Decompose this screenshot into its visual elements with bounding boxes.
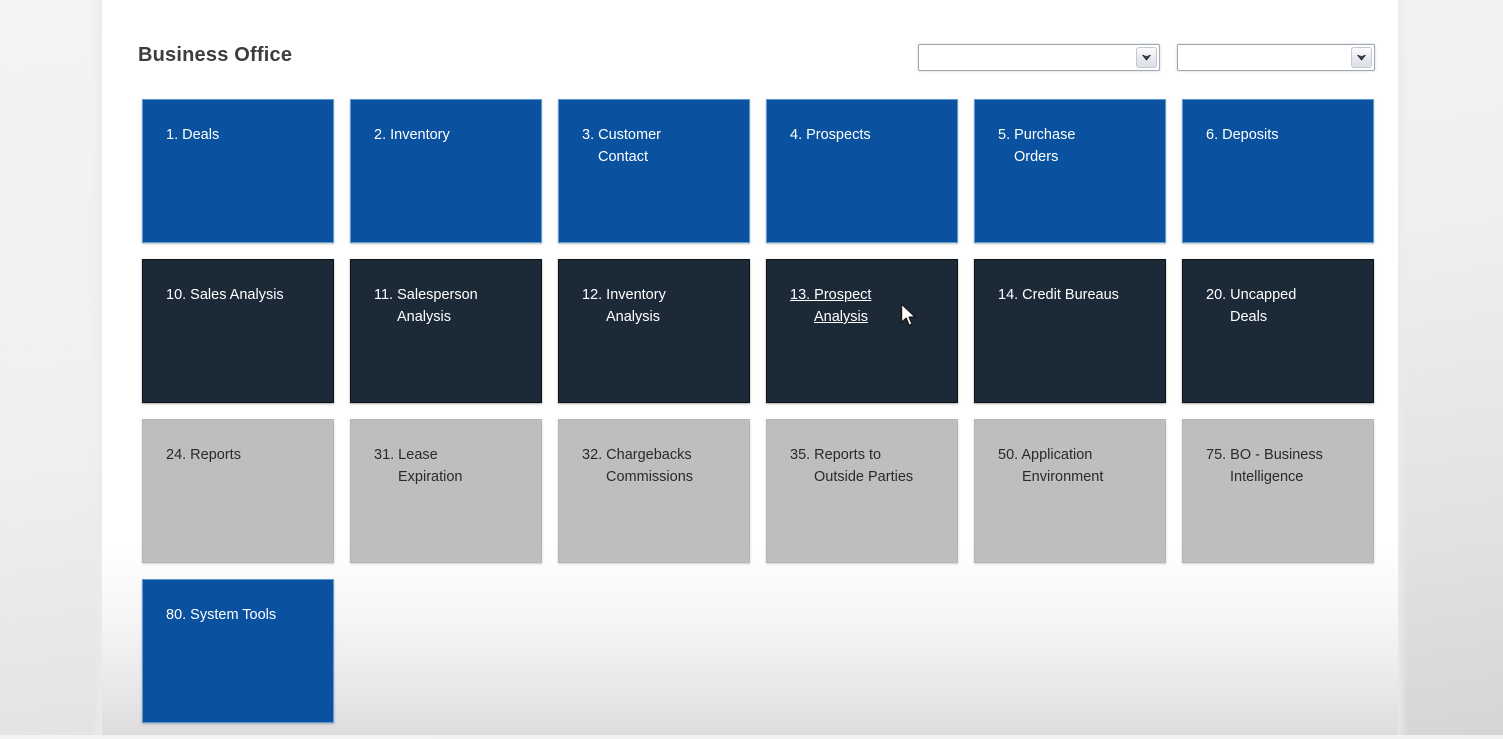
menu-tile-label-line: Outside Parties <box>814 469 914 485</box>
menu-tile-label-line: 5. Purchase <box>998 127 1076 143</box>
menu-tile-label: 13. Prospect Analysis <box>790 284 947 328</box>
menu-tile-label-line: 20. Uncapped <box>1206 287 1297 303</box>
menu-tile-label: 31. Lease Expiration <box>374 444 531 488</box>
menu-tile-label: 1. Deals <box>166 127 220 143</box>
menu-tile-label-line: Deals <box>1230 309 1268 325</box>
menu-tile-label: 4. Prospects <box>790 127 871 143</box>
menu-tile-deposits[interactable]: 6. Deposits <box>1182 99 1374 243</box>
menu-tile-deals[interactable]: 1. Deals <box>142 99 334 243</box>
menu-tile-label-line: 75. BO - Business <box>1206 447 1323 463</box>
tile-row: 80. System Tools <box>142 579 1374 723</box>
menu-tile-label-line: 35. Reports to <box>790 447 882 463</box>
chevron-down-icon[interactable] <box>1136 47 1157 68</box>
tile-row: 10. Sales Analysis 11. Salesperson Analysi… <box>142 259 1374 403</box>
menu-tile-uncapped-deals[interactable]: 20. Uncapped Deals <box>1182 259 1374 403</box>
menu-tile-prospects[interactable]: 4. Prospects <box>766 99 958 243</box>
content-panel: Business Office 1. Deals 2. Inventory 3. C… <box>92 0 1408 735</box>
menu-tile-label-line: 31. Lease <box>374 447 438 463</box>
filter-dropdown-1[interactable] <box>918 44 1160 71</box>
menu-tile-label: 12. Inventory Analysis <box>582 284 739 328</box>
menu-tile-label-line: Contact <box>598 149 648 165</box>
menu-tile-reports[interactable]: 24. Reports <box>142 419 334 563</box>
menu-tile-label: 2. Inventory <box>374 127 450 143</box>
menu-tile-label-line: Analysis <box>606 309 660 325</box>
menu-tile-label-line: 3. Customer <box>582 127 661 143</box>
menu-tile-label: 3. Customer Contact <box>582 124 739 168</box>
menu-tile-label-line: Commissions <box>606 469 694 485</box>
menu-tile-sales-analysis[interactable]: 10. Sales Analysis <box>142 259 334 403</box>
menu-tile-salesperson-analysis[interactable]: 11. Salesperson Analysis <box>350 259 542 403</box>
page-title: Business Office <box>138 44 293 66</box>
menu-tile-label: 6. Deposits <box>1206 127 1279 143</box>
filter-dropdown-2[interactable] <box>1177 44 1375 71</box>
menu-tile-label: 14. Credit Bureaus <box>998 287 1119 303</box>
menu-tile-label-line: Expiration <box>398 469 463 485</box>
menu-tile-label-line: Environment <box>1022 469 1104 485</box>
menu-tile-purchase-orders[interactable]: 5. Purchase Orders <box>974 99 1166 243</box>
tile-row: 24. Reports 31. Lease Expiration 32. Charge… <box>142 419 1374 563</box>
menu-tile-label: 24. Reports <box>166 447 241 463</box>
menu-tile-lease-expiration[interactable]: 31. Lease Expiration <box>350 419 542 563</box>
menu-tile-label-line: Orders <box>1014 149 1059 165</box>
menu-tile-label: 35. Reports to Outside Parties <box>790 444 947 488</box>
menu-tile-label-line: Intelligence <box>1230 469 1304 485</box>
menu-tile-label: 32. Chargebacks Commissions <box>582 444 739 488</box>
chevron-down-icon[interactable] <box>1351 47 1372 68</box>
menu-tile-customer-contact[interactable]: 3. Customer Contact <box>558 99 750 243</box>
header-bar: Business Office <box>138 36 1375 84</box>
menu-tile-label: 11. Salesperson Analysis <box>374 284 531 328</box>
menu-tile-application-environment[interactable]: 50. Application Environment <box>974 419 1166 563</box>
menu-tile-label-line: Analysis <box>814 309 868 325</box>
menu-tile-credit-bureaus[interactable]: 14. Credit Bureaus <box>974 259 1166 403</box>
menu-tile-label-line: Analysis <box>397 309 451 325</box>
menu-tile-inventory-analysis[interactable]: 12. Inventory Analysis <box>558 259 750 403</box>
menu-tile-label-line: 50. Application <box>998 447 1093 463</box>
menu-tile-label-line: 12. Inventory <box>582 287 666 303</box>
menu-tile-chargebacks-commissions[interactable]: 32. Chargebacks Commissions <box>558 419 750 563</box>
menu-tile-system-tools[interactable]: 80. System Tools <box>142 579 334 723</box>
menu-tile-label: 75. BO - Business Intelligence <box>1206 444 1363 488</box>
menu-tile-label-line: 13. Prospect <box>790 287 872 303</box>
menu-tile-grid: 1. Deals 2. Inventory 3. Customer Contact 4.… <box>142 99 1374 739</box>
menu-tile-label: 20. Uncapped Deals <box>1206 284 1363 328</box>
menu-tile-label-line: 11. Salesperson <box>374 287 478 303</box>
tile-row: 1. Deals 2. Inventory 3. Customer Contact 4.… <box>142 99 1374 243</box>
menu-tile-prospect-analysis[interactable]: 13. Prospect Analysis <box>766 259 958 403</box>
menu-tile-bo-business-intelligence[interactable]: 75. BO - Business Intelligence <box>1182 419 1374 563</box>
menu-tile-label-line: 32. Chargebacks <box>582 447 692 463</box>
menu-tile-label: 5. Purchase Orders <box>998 124 1155 168</box>
menu-tile-reports-to-outside-parties[interactable]: 35. Reports to Outside Parties <box>766 419 958 563</box>
menu-tile-label: 50. Application Environment <box>998 444 1155 488</box>
menu-tile-label: 10. Sales Analysis <box>166 287 284 303</box>
menu-tile-inventory[interactable]: 2. Inventory <box>350 99 542 243</box>
menu-tile-label: 80. System Tools <box>166 607 277 623</box>
